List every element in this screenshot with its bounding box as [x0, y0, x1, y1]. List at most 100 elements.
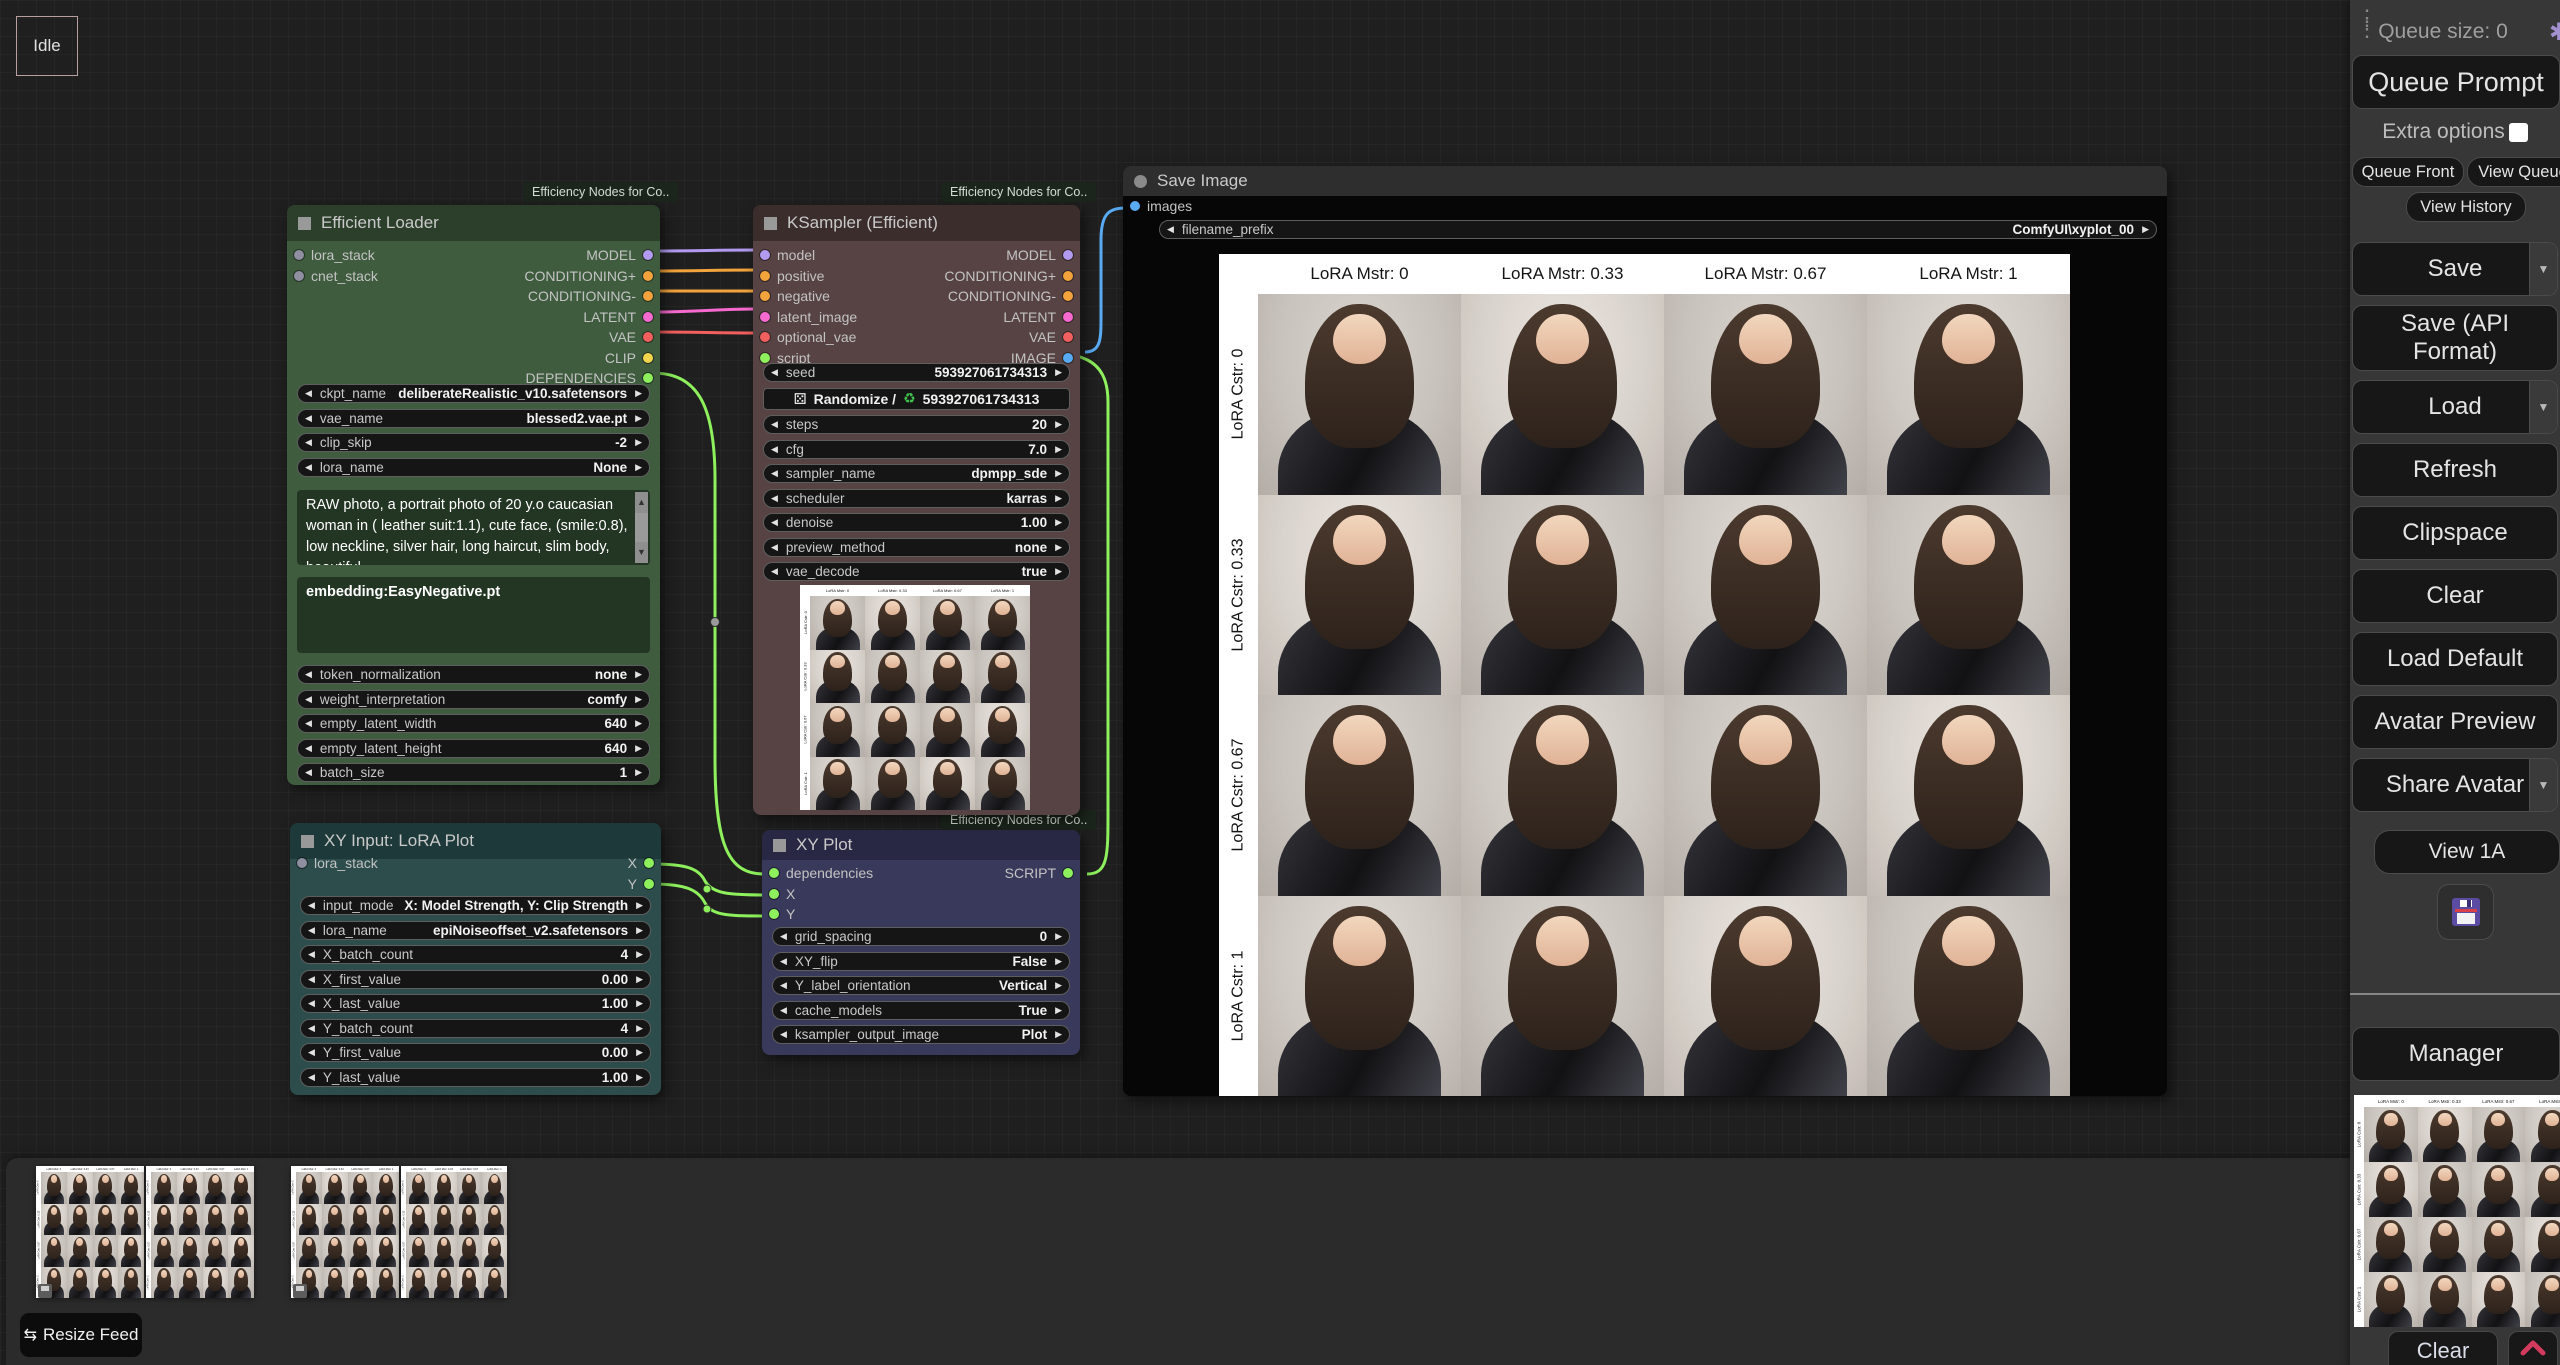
increment-icon[interactable]: ▶ — [636, 1047, 643, 1058]
feed-collapse-button[interactable] — [2508, 1331, 2558, 1365]
decrement-icon[interactable]: ◀ — [305, 437, 312, 448]
widget-value[interactable]: Vertical — [999, 978, 1047, 993]
widget-Y_last_value[interactable]: ◀Y_last_value1.00▶ — [300, 1068, 651, 1087]
increment-icon[interactable]: ▶ — [1055, 1029, 1062, 1040]
increment-icon[interactable]: ▶ — [636, 998, 643, 1009]
view-queue-button[interactable]: View Queue — [2467, 157, 2560, 187]
slot-dot[interactable] — [769, 909, 779, 919]
increment-icon[interactable]: ▶ — [635, 413, 642, 424]
thumbnail-save-icon[interactable] — [293, 1284, 307, 1298]
increment-icon[interactable]: ▶ — [635, 462, 642, 473]
widget-value[interactable]: 4 — [621, 947, 629, 962]
decrement-icon[interactable]: ◀ — [771, 566, 778, 577]
widget-value[interactable]: 20 — [1032, 417, 1047, 432]
load-default-button[interactable]: Load Default — [2352, 632, 2558, 686]
widget-value[interactable]: karras — [1007, 491, 1048, 506]
widget-value[interactable]: False — [1013, 954, 1048, 969]
decrement-icon[interactable]: ◀ — [308, 1072, 315, 1083]
increment-icon[interactable]: ▶ — [1055, 367, 1062, 378]
save-avatar-button[interactable] — [2437, 884, 2494, 940]
increment-icon[interactable]: ▶ — [635, 388, 642, 399]
decrement-icon[interactable]: ◀ — [1167, 224, 1174, 235]
increment-icon[interactable]: ▶ — [1055, 468, 1062, 479]
randomize-seed-button[interactable]: ⚄Randomize /♻593927061734313 — [763, 388, 1070, 410]
decrement-icon[interactable]: ◀ — [305, 462, 312, 473]
sidebar-preview-image[interactable]: LoRA Mstr: 0LoRA Mstr: 0.33LoRA Mstr: 0.… — [2354, 1095, 2560, 1327]
node-title-bar[interactable]: KSampler (Efficient) — [753, 205, 1080, 241]
output-slot-CONDITIONING-[interactable]: CONDITIONING- — [753, 286, 1080, 307]
slot-dot[interactable] — [1063, 271, 1073, 281]
widget-value[interactable]: True — [1019, 1003, 1048, 1018]
widget-token_normalization[interactable]: ◀token_normalizationnone▶ — [297, 665, 650, 684]
slot-dot[interactable] — [643, 332, 653, 342]
increment-icon[interactable]: ▶ — [1055, 1005, 1062, 1016]
queue-front-button[interactable]: Queue Front — [2352, 157, 2464, 187]
scroll-down-icon[interactable]: ▼ — [635, 542, 648, 563]
decrement-icon[interactable]: ◀ — [305, 718, 312, 729]
resize-feed-button[interactable]: ⇆ Resize Feed — [20, 1313, 142, 1357]
node-ksampler-efficient[interactable]: KSampler (Efficient) modelpositivenegati… — [753, 205, 1080, 815]
collapse-icon[interactable] — [773, 839, 786, 852]
widget-value[interactable]: epiNoiseoffset_v2.safetensors — [433, 923, 628, 938]
widget-value[interactable]: comfy — [587, 692, 627, 707]
widget-scheduler[interactable]: ◀schedulerkarras▶ — [763, 489, 1070, 508]
slot-dot[interactable] — [643, 312, 653, 322]
node-save-image[interactable]: Save Image images ◀filename_prefixComfyU… — [1123, 166, 2167, 1096]
output-slot-X[interactable]: X — [290, 853, 661, 874]
widget-value[interactable]: 640 — [605, 716, 628, 731]
view-1a-button[interactable]: View 1A — [2374, 830, 2560, 874]
increment-icon[interactable]: ▶ — [635, 437, 642, 448]
increment-icon[interactable]: ▶ — [635, 669, 642, 680]
decrement-icon[interactable]: ◀ — [308, 974, 315, 985]
widget-value[interactable]: 0.00 — [602, 972, 628, 987]
widget-cache_models[interactable]: ◀cache_modelsTrue▶ — [772, 1001, 1070, 1020]
widget-value[interactable]: 0 — [1040, 929, 1048, 944]
increment-icon[interactable]: ▶ — [1055, 980, 1062, 991]
widget-Y_label_orientation[interactable]: ◀Y_label_orientationVertical▶ — [772, 976, 1070, 995]
output-slot-CLIP[interactable]: CLIP — [287, 348, 660, 369]
dropdown-caret-icon[interactable]: ▼ — [2529, 381, 2557, 433]
widget-batch_size[interactable]: ◀batch_size1▶ — [297, 763, 650, 782]
widget-value[interactable]: None — [593, 460, 627, 475]
increment-icon[interactable]: ▶ — [1055, 493, 1062, 504]
widget-value[interactable]: 640 — [605, 741, 628, 756]
settings-gear-icon[interactable]: ✱ — [2549, 18, 2560, 47]
slot-dot[interactable] — [643, 353, 653, 363]
decrement-icon[interactable]: ◀ — [771, 517, 778, 528]
output-slot-VAE[interactable]: VAE — [753, 327, 1080, 348]
slot-dot[interactable] — [1063, 250, 1073, 260]
increment-icon[interactable]: ▶ — [636, 1023, 643, 1034]
widget-value[interactable]: ComfyUI\xyplot_00 — [2013, 222, 2135, 237]
widget-XY_flip[interactable]: ◀XY_flipFalse▶ — [772, 952, 1070, 971]
decrement-icon[interactable]: ◀ — [771, 493, 778, 504]
output-slot-CONDITIONING-[interactable]: CONDITIONING- — [287, 286, 660, 307]
input-slot-images[interactable]: images — [1123, 196, 2167, 217]
output-slot-LATENT[interactable]: LATENT — [753, 307, 1080, 328]
clipspace-button[interactable]: Clipspace — [2352, 506, 2558, 560]
refresh-button[interactable]: Refresh — [2352, 443, 2558, 497]
scrollbar-thumb[interactable] — [635, 512, 648, 542]
slot-dot[interactable] — [644, 858, 654, 868]
slot-dot[interactable] — [1063, 353, 1073, 363]
feed-thumbnail[interactable]: LoRA Mstr: 0LoRA Mstr: 0.33LoRA Mstr: 0.… — [36, 1166, 144, 1298]
decrement-icon[interactable]: ◀ — [305, 669, 312, 680]
widget-value[interactable]: true — [1022, 564, 1048, 579]
increment-icon[interactable]: ▶ — [635, 743, 642, 754]
positive-prompt-textarea[interactable]: RAW photo, a portrait photo of 20 y.o ca… — [297, 490, 650, 565]
feed-thumbnail[interactable]: LoRA Mstr: 0LoRA Mstr: 0.33LoRA Mstr: 0.… — [291, 1166, 399, 1298]
widget-value[interactable]: none — [595, 667, 627, 682]
widget-steps[interactable]: ◀steps20▶ — [763, 415, 1070, 434]
widget-value[interactable]: 7.0 — [1028, 442, 1047, 457]
share-avatar-button[interactable]: Share Avatar▼ — [2352, 758, 2558, 812]
node-xy-input-lora-plot[interactable]: XY Input: LoRA Plot lora_stack XY ◀input… — [290, 823, 661, 1095]
widget-Y_batch_count[interactable]: ◀Y_batch_count4▶ — [300, 1019, 651, 1038]
dropdown-caret-icon[interactable]: ▼ — [2529, 759, 2557, 811]
ksampler-preview-image[interactable]: LoRA Mstr: 0LoRA Mstr: 0.33LoRA Mstr: 0.… — [800, 585, 1030, 810]
save-api-format-button[interactable]: Save (API Format) — [2352, 305, 2558, 371]
widget-value[interactable]: dpmpp_sde — [971, 466, 1047, 481]
collapse-icon[interactable] — [298, 217, 311, 230]
widget-value[interactable]: 1.00 — [1021, 515, 1047, 530]
decrement-icon[interactable]: ◀ — [771, 542, 778, 553]
slot-dot[interactable] — [644, 879, 654, 889]
extra-options-checkbox[interactable] — [2509, 123, 2528, 142]
